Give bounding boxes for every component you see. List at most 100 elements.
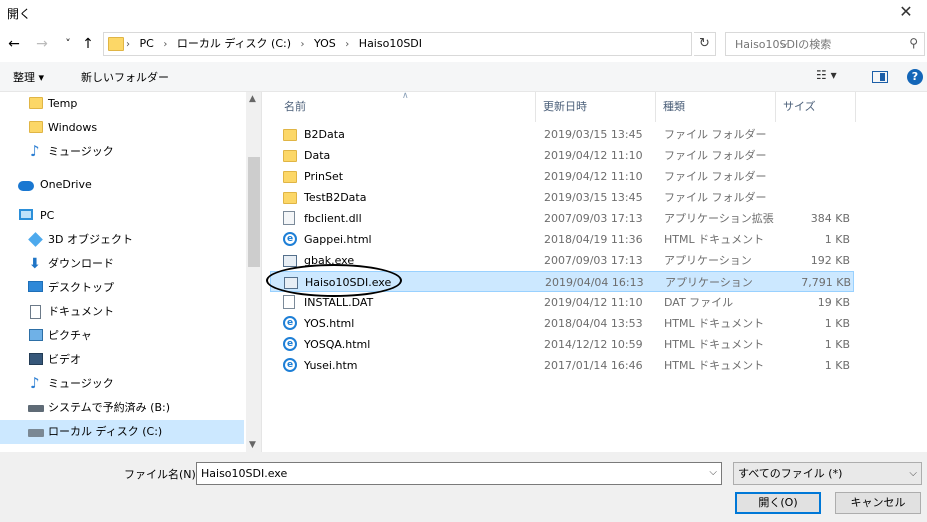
file-name: B2Data bbox=[304, 128, 345, 141]
breadcrumb-item[interactable]: ローカル ディスク (C:) bbox=[177, 37, 291, 50]
address-bar[interactable]: › PC › ローカル ディスク (C:) › YOS › Haiso10SDI… bbox=[103, 32, 788, 56]
up-arrow-icon[interactable]: ↑ bbox=[79, 34, 97, 54]
file-list: ∧ 名前 更新日時 種類 サイズ B2Data 2019/03/15 13:45… bbox=[263, 91, 927, 452]
sidebar-item-3d-objects[interactable]: 3D オブジェクト bbox=[0, 228, 244, 252]
help-icon[interactable]: ? bbox=[907, 69, 923, 85]
folder-icon bbox=[283, 192, 297, 204]
breadcrumb-item[interactable]: PC bbox=[140, 37, 154, 50]
filename-input[interactable] bbox=[197, 463, 697, 484]
column-header-date[interactable]: 更新日時 bbox=[543, 98, 587, 114]
sidebar-item-label: ドキュメント bbox=[48, 305, 114, 318]
file-type: ファイル フォルダー bbox=[664, 128, 767, 141]
scroll-down-icon[interactable]: ▼ bbox=[249, 440, 256, 450]
sidebar-item-pc[interactable]: PC bbox=[0, 204, 244, 228]
file-row[interactable]: Data 2019/04/12 11:10 ファイル フォルダー bbox=[270, 145, 854, 166]
sidebar-item-onedrive[interactable]: OneDrive bbox=[0, 173, 244, 197]
scrollbar-thumb[interactable] bbox=[248, 157, 260, 267]
sidebar-item-label: Windows bbox=[48, 121, 98, 134]
local-disk-icon bbox=[28, 429, 44, 437]
filename-combobox[interactable]: ⌵ bbox=[196, 462, 722, 485]
breadcrumb-item[interactable]: YOS bbox=[314, 37, 336, 50]
sidebar-item-documents[interactable]: ドキュメント bbox=[0, 300, 244, 324]
html-file-icon: e bbox=[283, 316, 297, 330]
view-options-icon[interactable]: ☷ ▾ bbox=[816, 68, 837, 82]
file-date: 2018/04/04 13:53 bbox=[544, 317, 643, 330]
organize-button[interactable]: 整理 ▾ bbox=[13, 69, 44, 85]
file-row[interactable]: e YOS.html 2018/04/04 13:53 HTML ドキュメント … bbox=[270, 313, 854, 334]
breadcrumb-item[interactable]: Haiso10SDI bbox=[359, 37, 422, 50]
file-date: 2018/04/19 11:36 bbox=[544, 233, 643, 246]
sidebar-item-videos[interactable]: ビデオ bbox=[0, 348, 244, 372]
sidebar-item-downloads[interactable]: ⬇ ダウンロード bbox=[0, 252, 244, 276]
sidebar-item-windows[interactable]: Windows bbox=[0, 116, 244, 140]
new-folder-button[interactable]: 新しいフォルダー bbox=[81, 69, 169, 85]
file-row[interactable]: e Yusei.htm 2017/01/14 16:46 HTML ドキュメント… bbox=[270, 355, 854, 376]
file-row[interactable]: e YOSQA.html 2014/12/12 10:59 HTML ドキュメン… bbox=[270, 334, 854, 355]
highlight-ellipse bbox=[266, 264, 402, 297]
sidebar-item-reserved-drive[interactable]: システムで予約済み (B:) bbox=[0, 396, 244, 420]
back-arrow-icon[interactable]: ← bbox=[5, 34, 23, 54]
sidebar-item-label: Temp bbox=[48, 97, 78, 110]
file-date: 2017/01/14 16:46 bbox=[544, 359, 643, 372]
close-icon[interactable]: ✕ bbox=[885, 0, 927, 26]
file-size: 19 KB bbox=[817, 296, 850, 309]
column-divider[interactable] bbox=[855, 92, 856, 122]
desktop-icon bbox=[28, 281, 43, 292]
exe-file-icon bbox=[283, 255, 297, 267]
file-row[interactable]: TestB2Data 2019/03/15 13:45 ファイル フォルダー bbox=[270, 187, 854, 208]
chevron-down-icon[interactable]: ⌵ bbox=[709, 467, 717, 478]
file-name: TestB2Data bbox=[304, 191, 367, 204]
column-divider[interactable] bbox=[535, 92, 536, 122]
file-row[interactable]: PrinSet 2019/04/12 11:10 ファイル フォルダー bbox=[270, 166, 854, 187]
file-row[interactable]: e Gappei.html 2018/04/19 11:36 HTML ドキュメ… bbox=[270, 229, 854, 250]
pc-icon bbox=[19, 209, 33, 220]
dat-file-icon bbox=[283, 295, 295, 309]
sidebar-scrollbar[interactable]: ▲ ▼ bbox=[246, 92, 261, 452]
download-icon: ⬇ bbox=[29, 256, 41, 272]
scroll-up-icon[interactable]: ▲ bbox=[249, 94, 256, 104]
music-icon: ♪ bbox=[30, 374, 40, 392]
file-row[interactable]: B2Data 2019/03/15 13:45 ファイル フォルダー bbox=[270, 124, 854, 145]
sidebar-item-music[interactable]: ♪ ミュージック bbox=[0, 372, 244, 396]
sidebar-item-pictures[interactable]: ピクチャ bbox=[0, 324, 244, 348]
file-type-filter[interactable]: すべてのファイル (*) ⌵ bbox=[733, 462, 922, 485]
html-file-icon: e bbox=[283, 358, 297, 372]
file-type: HTML ドキュメント bbox=[664, 233, 765, 246]
videos-icon bbox=[29, 353, 43, 365]
column-divider[interactable] bbox=[655, 92, 656, 122]
forward-arrow-icon[interactable]: → bbox=[33, 34, 51, 54]
search-input[interactable] bbox=[726, 33, 898, 55]
cancel-button[interactable]: キャンセル bbox=[835, 492, 921, 514]
recent-locations-icon[interactable]: ˅ bbox=[59, 34, 77, 54]
sidebar-item-label: デスクトップ bbox=[48, 281, 114, 294]
folder-icon bbox=[108, 37, 124, 51]
file-type: アプリケーション拡張 bbox=[664, 212, 774, 225]
sidebar-item-label: ピクチャ bbox=[48, 329, 92, 342]
preview-pane-icon[interactable] bbox=[872, 71, 888, 83]
file-name: YOS.html bbox=[304, 317, 355, 330]
column-divider[interactable] bbox=[775, 92, 776, 122]
sidebar-item-label: OneDrive bbox=[40, 178, 92, 191]
refresh-icon[interactable]: ↻ bbox=[694, 32, 716, 56]
file-date: 2019/04/12 11:10 bbox=[544, 170, 643, 183]
file-date: 2019/03/15 13:45 bbox=[544, 128, 643, 141]
folder-icon bbox=[283, 150, 297, 162]
open-button[interactable]: 開く(O) bbox=[735, 492, 821, 514]
sidebar-item-temp[interactable]: Temp bbox=[0, 92, 244, 116]
sort-ascending-icon: ∧ bbox=[402, 91, 409, 101]
sidebar-item-desktop[interactable]: デスクトップ bbox=[0, 276, 244, 300]
column-header-type[interactable]: 種類 bbox=[663, 98, 685, 114]
column-header-name[interactable]: 名前 bbox=[284, 98, 306, 114]
breadcrumb-separator: › bbox=[126, 39, 130, 50]
file-date: 2019/04/04 16:13 bbox=[545, 276, 644, 289]
file-date: 2007/09/03 17:13 bbox=[544, 254, 643, 267]
file-row[interactable]: fbclient.dll 2007/09/03 17:13 アプリケーション拡張… bbox=[270, 208, 854, 229]
file-date: 2019/04/12 11:10 bbox=[544, 296, 643, 309]
search-icon[interactable]: ⚲ bbox=[909, 36, 918, 50]
breadcrumb-separator: › bbox=[163, 39, 168, 50]
search-box[interactable]: ⚲ bbox=[725, 32, 925, 56]
chevron-down-icon[interactable]: ⌵ bbox=[909, 463, 917, 484]
column-header-size[interactable]: サイズ bbox=[783, 98, 816, 114]
sidebar-item-local-disk[interactable]: ローカル ディスク (C:) bbox=[0, 420, 244, 444]
sidebar-item-music[interactable]: ♪ ミュージック bbox=[0, 140, 244, 164]
